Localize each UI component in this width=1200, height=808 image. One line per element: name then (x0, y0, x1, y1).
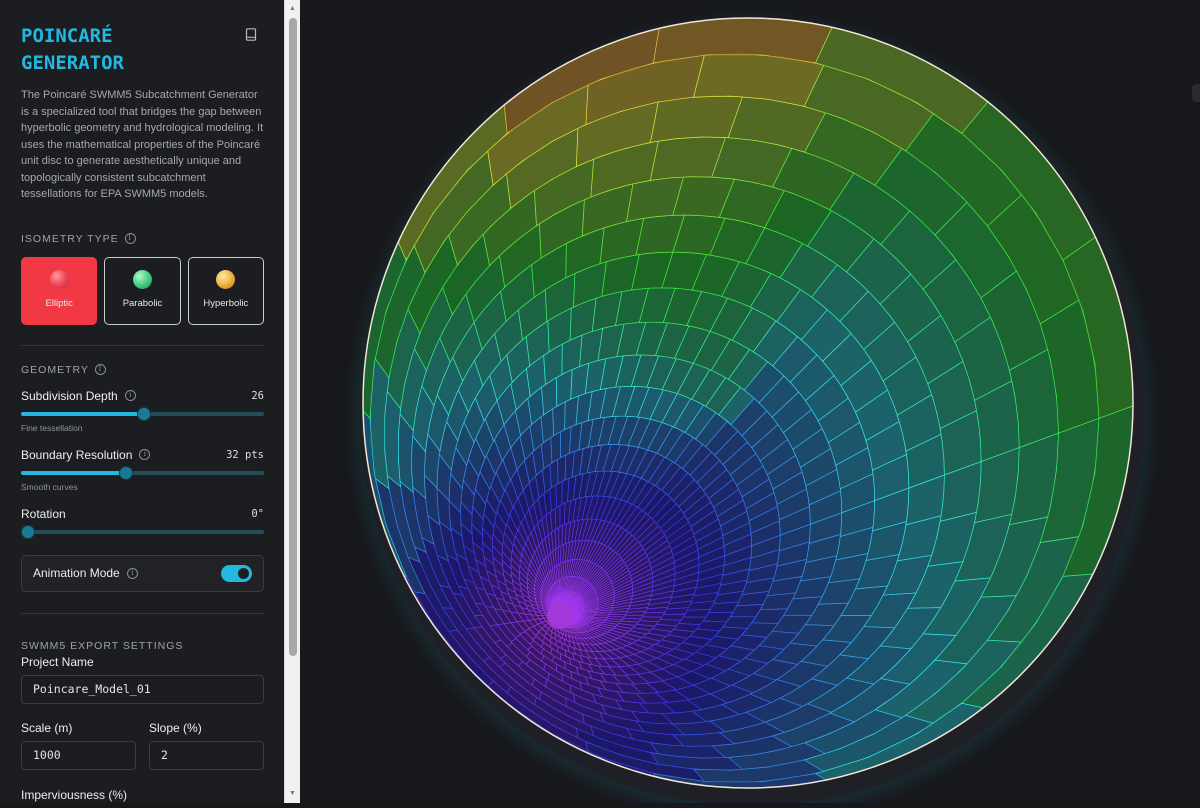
scrollbar-thumb[interactable] (289, 18, 297, 656)
tessellation-cell (556, 481, 562, 507)
hyperbolic-sphere-icon (216, 270, 235, 289)
isometry-parabolic-button[interactable]: Parabolic (104, 257, 180, 325)
isometry-elliptic-label: Elliptic (45, 298, 72, 309)
tessellation-cell (555, 505, 560, 529)
boundary-slider[interactable] (21, 471, 264, 475)
rotation-name: Rotation (21, 507, 66, 521)
rotation-label: Rotation (21, 507, 66, 521)
isometry-options: Elliptic Parabolic Hyperbolic (21, 257, 264, 325)
app-title-line1: POINCARÉ (21, 23, 171, 50)
isometry-parabolic-label: Parabolic (123, 298, 163, 309)
collapse-handle[interactable] (1192, 84, 1200, 102)
animation-name: Animation Mode i (33, 566, 138, 580)
info-icon[interactable]: i (139, 449, 150, 460)
canvas-area[interactable] (300, 0, 1200, 803)
rotation-control: Rotation 0° (21, 506, 264, 534)
divider (21, 613, 264, 614)
rotation-row: Rotation 0° (21, 506, 264, 522)
app-description: The Poincaré SWMM5 Subcatchment Generato… (21, 87, 264, 203)
toggle-knob (238, 568, 249, 579)
boundary-row: Boundary Resolution i 32 pts (21, 447, 264, 463)
tessellation-cell (642, 612, 665, 617)
parabolic-sphere-icon (133, 270, 152, 289)
tessellation-cell (558, 455, 566, 484)
info-icon[interactable]: i (125, 233, 136, 244)
boundary-control: Boundary Resolution i 32 pts Smooth curv… (21, 447, 264, 492)
export-label: SWMM5 EXPORT SETTINGS (21, 640, 183, 652)
boundary-value: 32 pts (226, 449, 264, 461)
boundary-hint: Smooth curves (21, 482, 264, 492)
isometry-section-label: ISOMETRY TYPE i (21, 233, 264, 245)
tessellation-cell (625, 611, 645, 615)
boundary-label: Boundary Resolution (21, 448, 132, 462)
poincare-disc-canvas[interactable] (300, 0, 1200, 803)
slope-label: Slope (%) (149, 721, 264, 735)
focal-point (547, 603, 573, 629)
scale-label: Scale (m) (21, 721, 136, 735)
subdivision-label: Subdivision Depth (21, 389, 118, 403)
sidebar-scrollbar[interactable]: ▲ ▼ (284, 0, 300, 803)
divider (21, 345, 264, 346)
sidebar: POINCARÉ GENERATOR The Poincaré SWMM5 Su… (0, 0, 284, 803)
animation-toggle[interactable] (221, 565, 252, 582)
project-name-label: Project Name (21, 655, 264, 669)
info-icon[interactable]: i (127, 568, 138, 579)
slider-handle[interactable] (137, 407, 151, 421)
isometry-label: ISOMETRY TYPE (21, 233, 119, 245)
slope-field: Slope (%) 2 (149, 721, 264, 770)
scroll-up-arrow-icon[interactable]: ▲ (285, 2, 300, 16)
subdivision-value: 26 (251, 390, 264, 402)
isometry-hyperbolic-button[interactable]: Hyperbolic (188, 257, 264, 325)
scale-field: Scale (m) 1000 (21, 721, 136, 770)
subdivision-control: Subdivision Depth i 26 Fine tessellation (21, 388, 264, 433)
rotation-slider[interactable] (21, 530, 264, 534)
slider-handle[interactable] (119, 466, 133, 480)
app-title: POINCARÉ GENERATOR (21, 23, 171, 77)
tessellation-cell (664, 608, 689, 615)
animation-mode-box: Animation Mode i (21, 555, 264, 592)
subdivision-hint: Fine tessellation (21, 423, 264, 433)
tessellation-cell (555, 528, 559, 549)
imperviousness-label: Imperviousness (%) (21, 788, 264, 802)
book-icon[interactable] (245, 28, 257, 46)
info-icon[interactable]: i (125, 390, 136, 401)
scroll-down-arrow-icon[interactable]: ▼ (285, 787, 300, 801)
scale-slope-row: Scale (m) 1000 Slope (%) 2 (21, 721, 264, 770)
subdivision-row: Subdivision Depth i 26 (21, 388, 264, 404)
subdivision-name: Subdivision Depth i (21, 389, 136, 403)
slider-fill (21, 412, 143, 416)
slider-fill (21, 471, 125, 475)
elliptic-sphere-icon (50, 270, 69, 289)
slider-handle[interactable] (21, 525, 35, 539)
info-icon[interactable]: i (95, 364, 106, 375)
app-title-line2: GENERATOR (21, 50, 171, 77)
animation-label: Animation Mode (33, 566, 120, 580)
rotation-value: 0° (251, 508, 264, 520)
isometry-elliptic-button[interactable]: Elliptic (21, 257, 97, 325)
subdivision-slider[interactable] (21, 412, 264, 416)
geometry-section-label: GEOMETRY i (21, 364, 264, 376)
export-section-label: SWMM5 EXPORT SETTINGS (21, 640, 264, 652)
slope-input[interactable]: 2 (149, 741, 264, 770)
geometry-label: GEOMETRY (21, 364, 89, 376)
project-name-input[interactable]: Poincare_Model_01 (21, 675, 264, 704)
title-row: POINCARÉ GENERATOR (21, 22, 264, 77)
scale-input[interactable]: 1000 (21, 741, 136, 770)
isometry-hyperbolic-label: Hyperbolic (203, 298, 248, 309)
boundary-name: Boundary Resolution i (21, 448, 150, 462)
